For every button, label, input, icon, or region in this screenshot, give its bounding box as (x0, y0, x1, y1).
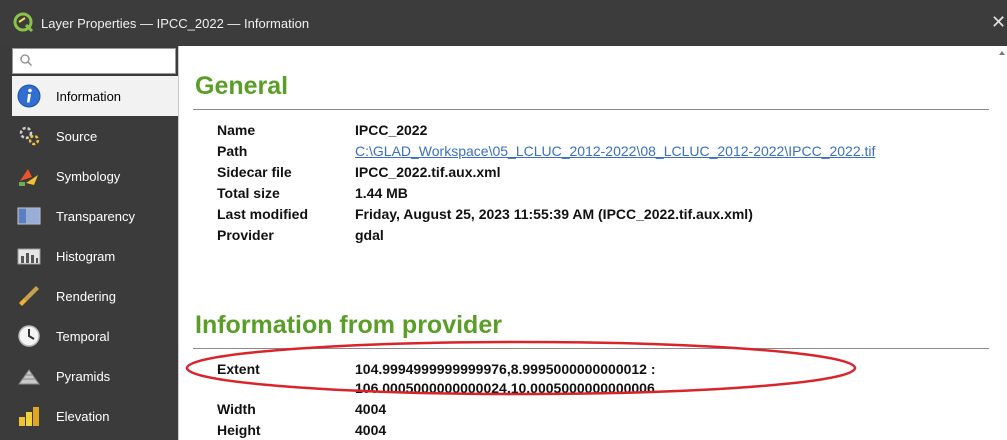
sidebar-item-rendering[interactable]: Rendering (12, 276, 178, 316)
sidebar-item-information[interactable]: Information (12, 76, 178, 116)
sidebar-item-label: Histogram (56, 248, 116, 264)
histogram-icon (17, 248, 41, 265)
sidebar-item-label: Rendering (56, 288, 116, 304)
sidebar-item-symbology[interactable]: Symbology (12, 156, 178, 196)
close-icon[interactable]: ✕ (991, 12, 1005, 33)
info-icon (17, 84, 41, 108)
source-icon (19, 126, 40, 146)
information-panel: General Name IPCC_2022 Path C:\GLAD_Work… (178, 46, 1007, 440)
sidebar-item-label: Elevation (56, 408, 110, 424)
sidebar-item-elevation[interactable]: Elevation (12, 396, 178, 436)
window-title: Layer Properties — IPCC_2022 — Informati… (41, 15, 310, 31)
sidebar-item-source[interactable]: Source (12, 116, 178, 156)
transparency-icon (17, 207, 41, 225)
highlight-oval (185, 340, 857, 396)
sidebar-item-pyramids[interactable]: Pyramids (12, 356, 178, 396)
sidebar-item-label: Source (56, 128, 98, 144)
sidebar-item-label: Symbology (56, 168, 121, 184)
sidebar: Information Source Symbology Transparenc… (0, 46, 178, 440)
search-icon (20, 54, 32, 66)
symbology-icon (19, 169, 38, 186)
sidebar-item-label: Information (56, 88, 122, 104)
sidebar-item-label: Temporal (56, 328, 110, 344)
search-input[interactable] (12, 48, 176, 74)
extent-highlight-ellipse (185, 340, 857, 396)
title-bar: Layer Properties — IPCC_2022 — Informati… (0, 0, 1007, 46)
elevation-icon (19, 407, 39, 426)
sidebar-item-histogram[interactable]: Histogram (12, 236, 178, 276)
temporal-icon (18, 325, 40, 347)
sidebar-item-temporal[interactable]: Temporal (12, 316, 178, 356)
sidebar-item-label: Transparency (56, 208, 135, 224)
qgis-logo-icon (13, 12, 34, 33)
rendering-icon (19, 286, 39, 306)
sidebar-item-label: Pyramids (56, 368, 111, 384)
pyramids-icon (18, 369, 40, 385)
sidebar-item-transparency[interactable]: Transparency (12, 196, 178, 236)
